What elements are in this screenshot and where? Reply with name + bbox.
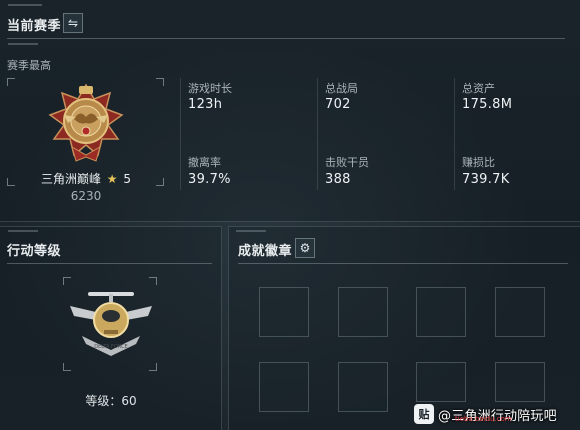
divider (454, 78, 455, 190)
stat-label: 总战局 (325, 82, 358, 95)
gear-icon: ⚙ (299, 241, 311, 255)
achievement-slot[interactable] (495, 287, 545, 337)
badge-caption: DELTA FORCE (94, 344, 127, 350)
stat-value: 39.7% (188, 172, 231, 187)
tieba-logo-icon: 贴 (414, 404, 434, 424)
stat-value: 175.8M (462, 97, 513, 112)
season-switch-button[interactable]: ⇋ (63, 13, 83, 33)
divider (317, 78, 318, 190)
achievement-slot[interactable] (338, 362, 388, 412)
swap-icon: ⇋ (67, 16, 79, 30)
stat-label: 赚损比 (462, 156, 495, 169)
divider (180, 78, 181, 190)
panel-tag (236, 230, 266, 232)
title-divider (238, 263, 568, 264)
stat-label: 击败干员 (325, 156, 369, 169)
rank-name: 三角洲巅峰 (40, 172, 101, 186)
stat-label: 游戏时长 (188, 82, 232, 95)
title-divider (7, 38, 565, 39)
rank-badge-icon (48, 83, 124, 162)
achievement-slot[interactable] (338, 287, 388, 337)
achievement-slot[interactable] (416, 362, 466, 402)
watermark-url: tieba.baidu.com (455, 415, 512, 423)
panel-tag (8, 43, 38, 45)
achievements-settings-button[interactable]: ⚙ (295, 238, 315, 258)
stat-value: 123h (188, 97, 223, 112)
panel-tag (8, 230, 38, 232)
season-best-label: 赛季最高 (7, 59, 51, 72)
achievements-title: 成就徽章 (238, 244, 293, 259)
achievement-slot[interactable] (259, 362, 309, 412)
rank-stars: 5 (123, 172, 132, 186)
title-divider (7, 263, 212, 264)
stat-label: 总资产 (462, 82, 495, 95)
action-level-title: 行动等级 (7, 244, 62, 259)
helicopter-badge-icon: DELTA FORCE (70, 292, 152, 356)
star-icon: ★ (106, 172, 118, 186)
stat-value: 702 (325, 97, 351, 112)
achievement-slot[interactable] (495, 362, 545, 402)
panel-tag (8, 4, 42, 6)
stat-value: 388 (325, 172, 351, 187)
action-level-value: 等级：60 (85, 394, 137, 408)
rank-name-row: 三角洲巅峰 ★ 5 (0, 170, 172, 187)
stat-value: 739.7K (462, 172, 510, 187)
stat-label: 撤离率 (188, 156, 221, 169)
achievement-slot[interactable] (259, 287, 309, 337)
rank-score: 6230 (70, 189, 102, 203)
achievement-slot[interactable] (416, 287, 466, 337)
season-title: 当前赛季 (7, 19, 62, 34)
